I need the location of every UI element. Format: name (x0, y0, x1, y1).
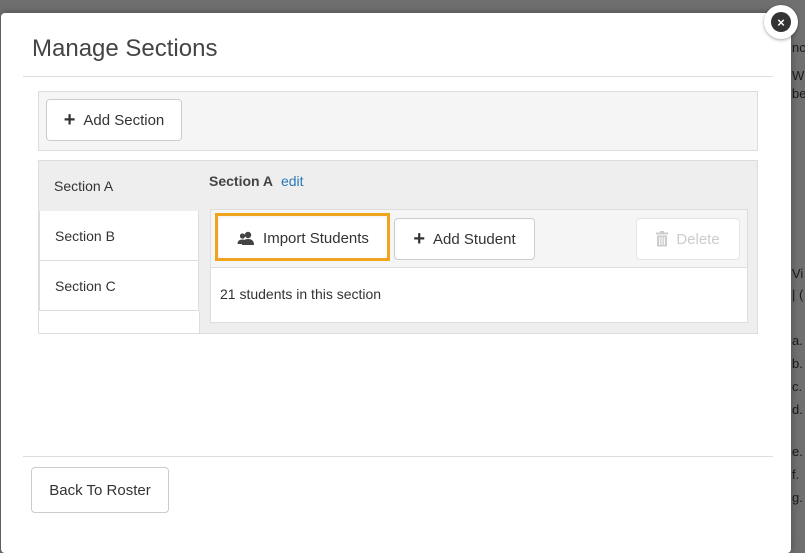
add-section-button[interactable]: + Add Section (46, 99, 182, 141)
student-toolbar: Import Students + Add Student Delete (211, 210, 747, 268)
sections-toolbar: + Add Section (38, 91, 758, 151)
section-heading: Section A edit (209, 173, 304, 189)
close-icon: × (771, 12, 791, 32)
manage-sections-modal: Manage Sections + Add Section Section A … (1, 13, 791, 553)
footer-divider (23, 456, 773, 457)
add-student-button[interactable]: + Add Student (394, 218, 535, 260)
tab-label: Section C (55, 277, 116, 294)
trash-icon (656, 231, 669, 247)
background-text: d. (792, 402, 803, 417)
background-text: W (792, 68, 805, 83)
section-name: Section A (209, 173, 274, 189)
background-text: Vi (792, 266, 804, 281)
close-button[interactable]: × (764, 5, 798, 39)
delete-label: Delete (676, 230, 720, 248)
background-text: nc (792, 40, 805, 55)
delete-button[interactable]: Delete (636, 218, 740, 260)
background-text: c. (792, 379, 803, 394)
back-to-roster-button[interactable]: Back To Roster (31, 467, 169, 513)
back-to-roster-label: Back To Roster (49, 481, 151, 499)
section-detail-panel: Import Students + Add Student Delete 21 … (210, 209, 748, 323)
tabs-spacer (39, 311, 200, 333)
edit-section-link[interactable]: edit (281, 173, 304, 189)
sections-panel: Section A Section B Section C Section A … (38, 160, 758, 334)
background-text: a. (792, 333, 803, 348)
tab-section-a[interactable]: Section A (39, 161, 199, 211)
tab-label: Section B (55, 227, 115, 244)
background-text: f. (792, 467, 800, 482)
section-tabs: Section A Section B Section C (39, 161, 199, 311)
background-text: be (792, 86, 805, 101)
background-text: | ( (792, 287, 804, 302)
tab-section-b[interactable]: Section B (39, 211, 199, 261)
tab-section-c[interactable]: Section C (39, 261, 199, 311)
add-section-label: Add Section (83, 111, 165, 129)
header-divider (23, 76, 773, 77)
plus-icon: + (413, 228, 426, 250)
student-count: 21 students in this section (220, 286, 382, 302)
tab-label: Section A (54, 178, 114, 194)
plus-icon: + (63, 109, 76, 131)
background-text: e. (792, 444, 803, 459)
highlight-box (215, 213, 390, 261)
add-student-label: Add Student (433, 230, 516, 248)
modal-title: Manage Sections (32, 35, 218, 62)
background-text: g. (792, 490, 803, 505)
background-text: b. (792, 356, 803, 371)
